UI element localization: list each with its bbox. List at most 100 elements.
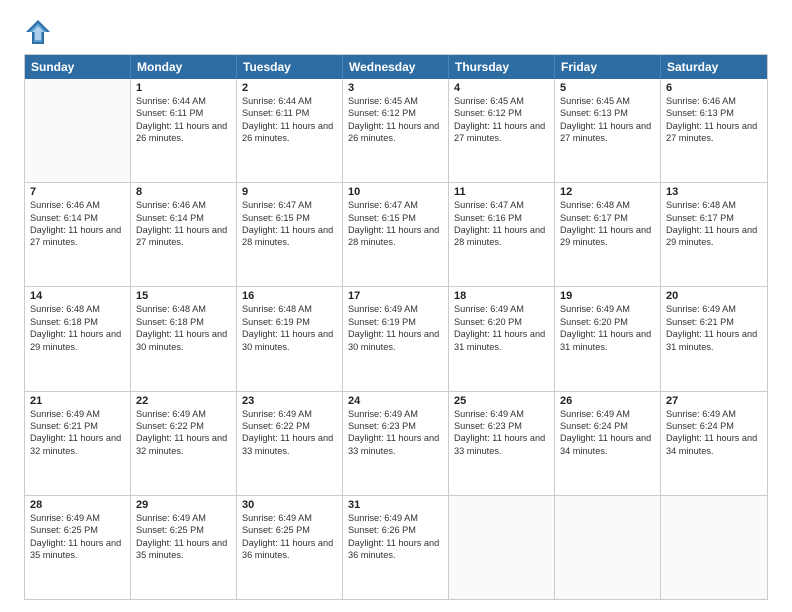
day-number: 7 [30, 186, 125, 198]
sunset-text: Sunset: 6:17 PM [560, 212, 655, 224]
sunset-text: Sunset: 6:12 PM [454, 107, 549, 119]
sunrise-text: Sunrise: 6:46 AM [666, 95, 762, 107]
sunset-text: Sunset: 6:22 PM [136, 420, 231, 432]
sunrise-text: Sunrise: 6:48 AM [560, 199, 655, 211]
day-cell-2: 2Sunrise: 6:44 AMSunset: 6:11 PMDaylight… [237, 79, 343, 182]
sunset-text: Sunset: 6:19 PM [348, 316, 443, 328]
sunset-text: Sunset: 6:18 PM [30, 316, 125, 328]
weekday-header-friday: Friday [555, 55, 661, 79]
weekday-header-sunday: Sunday [25, 55, 131, 79]
day-number: 10 [348, 186, 443, 198]
day-cell-1: 1Sunrise: 6:44 AMSunset: 6:11 PMDaylight… [131, 79, 237, 182]
weekday-header-tuesday: Tuesday [237, 55, 343, 79]
weekday-header-wednesday: Wednesday [343, 55, 449, 79]
daylight-text: Daylight: 11 hours and 34 minutes. [560, 432, 655, 457]
day-cell-18: 18Sunrise: 6:49 AMSunset: 6:20 PMDayligh… [449, 287, 555, 390]
day-cell-19: 19Sunrise: 6:49 AMSunset: 6:20 PMDayligh… [555, 287, 661, 390]
sunset-text: Sunset: 6:25 PM [136, 524, 231, 536]
day-cell-22: 22Sunrise: 6:49 AMSunset: 6:22 PMDayligh… [131, 392, 237, 495]
daylight-text: Daylight: 11 hours and 35 minutes. [136, 537, 231, 562]
day-cell-25: 25Sunrise: 6:49 AMSunset: 6:23 PMDayligh… [449, 392, 555, 495]
sunrise-text: Sunrise: 6:49 AM [30, 408, 125, 420]
sunrise-text: Sunrise: 6:48 AM [242, 303, 337, 315]
sunset-text: Sunset: 6:14 PM [30, 212, 125, 224]
day-number: 23 [242, 395, 337, 407]
sunset-text: Sunset: 6:12 PM [348, 107, 443, 119]
sunrise-text: Sunrise: 6:49 AM [136, 408, 231, 420]
calendar-row-1: 7Sunrise: 6:46 AMSunset: 6:14 PMDaylight… [25, 182, 767, 286]
calendar-row-3: 21Sunrise: 6:49 AMSunset: 6:21 PMDayligh… [25, 391, 767, 495]
empty-cell [555, 496, 661, 599]
daylight-text: Daylight: 11 hours and 36 minutes. [242, 537, 337, 562]
sunset-text: Sunset: 6:14 PM [136, 212, 231, 224]
calendar-row-4: 28Sunrise: 6:49 AMSunset: 6:25 PMDayligh… [25, 495, 767, 599]
sunset-text: Sunset: 6:11 PM [136, 107, 231, 119]
sunrise-text: Sunrise: 6:44 AM [136, 95, 231, 107]
sunrise-text: Sunrise: 6:49 AM [454, 408, 549, 420]
sunset-text: Sunset: 6:19 PM [242, 316, 337, 328]
sunrise-text: Sunrise: 6:44 AM [242, 95, 337, 107]
sunset-text: Sunset: 6:22 PM [242, 420, 337, 432]
daylight-text: Daylight: 11 hours and 31 minutes. [666, 328, 762, 353]
day-cell-27: 27Sunrise: 6:49 AMSunset: 6:24 PMDayligh… [661, 392, 767, 495]
sunset-text: Sunset: 6:16 PM [454, 212, 549, 224]
calendar-row-0: 1Sunrise: 6:44 AMSunset: 6:11 PMDaylight… [25, 79, 767, 182]
sunset-text: Sunset: 6:21 PM [30, 420, 125, 432]
logo-icon [24, 18, 52, 46]
daylight-text: Daylight: 11 hours and 35 minutes. [30, 537, 125, 562]
sunrise-text: Sunrise: 6:49 AM [348, 408, 443, 420]
day-cell-26: 26Sunrise: 6:49 AMSunset: 6:24 PMDayligh… [555, 392, 661, 495]
day-cell-15: 15Sunrise: 6:48 AMSunset: 6:18 PMDayligh… [131, 287, 237, 390]
day-cell-24: 24Sunrise: 6:49 AMSunset: 6:23 PMDayligh… [343, 392, 449, 495]
day-number: 11 [454, 186, 549, 198]
weekday-header-monday: Monday [131, 55, 237, 79]
day-cell-31: 31Sunrise: 6:49 AMSunset: 6:26 PMDayligh… [343, 496, 449, 599]
day-number: 15 [136, 290, 231, 302]
day-number: 2 [242, 82, 337, 94]
day-cell-23: 23Sunrise: 6:49 AMSunset: 6:22 PMDayligh… [237, 392, 343, 495]
day-number: 18 [454, 290, 549, 302]
sunset-text: Sunset: 6:25 PM [242, 524, 337, 536]
day-number: 20 [666, 290, 762, 302]
sunset-text: Sunset: 6:15 PM [242, 212, 337, 224]
sunset-text: Sunset: 6:23 PM [348, 420, 443, 432]
day-number: 29 [136, 499, 231, 511]
daylight-text: Daylight: 11 hours and 31 minutes. [560, 328, 655, 353]
sunrise-text: Sunrise: 6:46 AM [30, 199, 125, 211]
day-number: 31 [348, 499, 443, 511]
daylight-text: Daylight: 11 hours and 30 minutes. [136, 328, 231, 353]
daylight-text: Daylight: 11 hours and 29 minutes. [560, 224, 655, 249]
day-number: 21 [30, 395, 125, 407]
daylight-text: Daylight: 11 hours and 28 minutes. [348, 224, 443, 249]
sunset-text: Sunset: 6:24 PM [666, 420, 762, 432]
sunset-text: Sunset: 6:26 PM [348, 524, 443, 536]
day-number: 8 [136, 186, 231, 198]
weekday-header-thursday: Thursday [449, 55, 555, 79]
calendar-body: 1Sunrise: 6:44 AMSunset: 6:11 PMDaylight… [25, 79, 767, 599]
sunrise-text: Sunrise: 6:48 AM [30, 303, 125, 315]
day-cell-7: 7Sunrise: 6:46 AMSunset: 6:14 PMDaylight… [25, 183, 131, 286]
day-cell-3: 3Sunrise: 6:45 AMSunset: 6:12 PMDaylight… [343, 79, 449, 182]
logo-area [24, 18, 56, 46]
page: SundayMondayTuesdayWednesdayThursdayFrid… [0, 0, 792, 612]
daylight-text: Daylight: 11 hours and 29 minutes. [666, 224, 762, 249]
day-number: 5 [560, 82, 655, 94]
sunrise-text: Sunrise: 6:45 AM [560, 95, 655, 107]
header [24, 18, 768, 46]
day-cell-13: 13Sunrise: 6:48 AMSunset: 6:17 PMDayligh… [661, 183, 767, 286]
day-cell-21: 21Sunrise: 6:49 AMSunset: 6:21 PMDayligh… [25, 392, 131, 495]
sunrise-text: Sunrise: 6:49 AM [348, 303, 443, 315]
day-cell-10: 10Sunrise: 6:47 AMSunset: 6:15 PMDayligh… [343, 183, 449, 286]
day-number: 12 [560, 186, 655, 198]
daylight-text: Daylight: 11 hours and 27 minutes. [666, 120, 762, 145]
daylight-text: Daylight: 11 hours and 33 minutes. [348, 432, 443, 457]
daylight-text: Daylight: 11 hours and 32 minutes. [136, 432, 231, 457]
daylight-text: Daylight: 11 hours and 28 minutes. [242, 224, 337, 249]
sunset-text: Sunset: 6:13 PM [560, 107, 655, 119]
sunrise-text: Sunrise: 6:49 AM [242, 512, 337, 524]
sunset-text: Sunset: 6:24 PM [560, 420, 655, 432]
day-number: 16 [242, 290, 337, 302]
day-number: 6 [666, 82, 762, 94]
daylight-text: Daylight: 11 hours and 31 minutes. [454, 328, 549, 353]
daylight-text: Daylight: 11 hours and 28 minutes. [454, 224, 549, 249]
